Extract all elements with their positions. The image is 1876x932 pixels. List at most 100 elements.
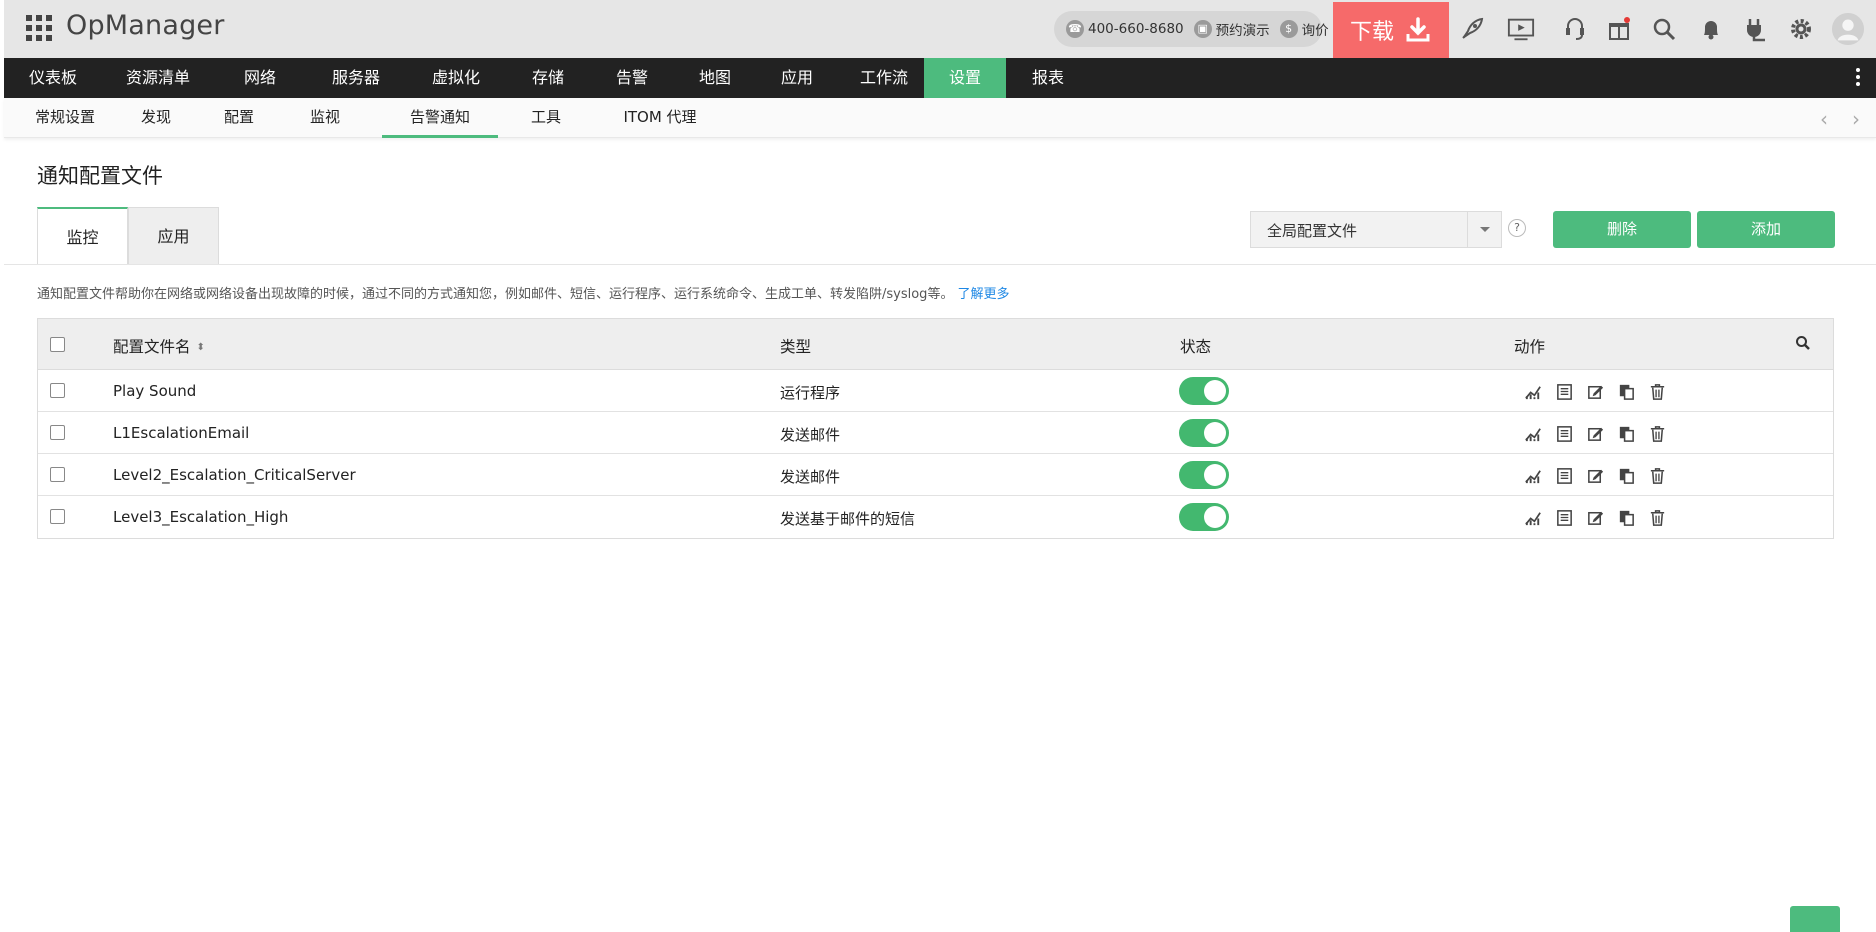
- select-all-checkbox[interactable]: [50, 337, 65, 352]
- edit-icon[interactable]: [1584, 422, 1606, 444]
- contact-bar: ☎ 400-660-8680 ▣ 预约演示 $ 询价: [1054, 11, 1329, 47]
- tab-monitoring[interactable]: 监控: [37, 207, 128, 265]
- toggle-knob: [1204, 506, 1226, 528]
- delete-icon[interactable]: [1646, 380, 1668, 402]
- nav-apps[interactable]: 应用: [756, 58, 838, 98]
- nav-reports[interactable]: 报表: [1006, 58, 1090, 98]
- profile-type: 发送邮件: [780, 468, 841, 486]
- report-chart-icon[interactable]: [1522, 506, 1544, 528]
- subnav-general-settings[interactable]: 常规设置: [14, 98, 116, 138]
- nav-inventory[interactable]: 资源清单: [102, 58, 214, 98]
- subnav-tools[interactable]: 工具: [504, 98, 588, 138]
- delete-icon[interactable]: [1646, 506, 1668, 528]
- app-grid-icon[interactable]: [26, 15, 54, 43]
- profile-type: 运行程序: [780, 384, 841, 402]
- row-checkbox[interactable]: [50, 509, 65, 524]
- status-toggle[interactable]: [1179, 503, 1229, 531]
- report-chart-icon[interactable]: [1522, 464, 1544, 486]
- row-checkbox[interactable]: [50, 467, 65, 482]
- profile-name[interactable]: L1EscalationEmail: [113, 424, 249, 442]
- profile-name[interactable]: Play Sound: [113, 382, 196, 400]
- gift-icon[interactable]: [1604, 14, 1634, 44]
- quote-link[interactable]: $ 询价: [1279, 19, 1329, 39]
- page-title: 通知配置文件: [37, 164, 163, 188]
- nav-settings[interactable]: 设置: [924, 58, 1006, 98]
- user-avatar-icon[interactable]: [1830, 11, 1866, 47]
- bell-icon[interactable]: [1696, 14, 1726, 44]
- app-logo[interactable]: OpManager: [66, 10, 225, 41]
- nav-alarms[interactable]: 告警: [590, 58, 674, 98]
- row-checkbox[interactable]: [50, 425, 65, 440]
- support-icon[interactable]: [1560, 14, 1590, 44]
- main-nav: 仪表板 资源清单 网络 服务器 虚拟化 存储 告警 地图 应用 工作流 设置 报…: [4, 58, 1876, 98]
- status-toggle[interactable]: [1179, 377, 1229, 405]
- help-icon[interactable]: ?: [1508, 219, 1526, 237]
- learn-more-link[interactable]: 了解更多: [957, 287, 1009, 302]
- rocket-icon[interactable]: [1457, 14, 1487, 44]
- details-icon[interactable]: [1553, 506, 1575, 528]
- delete-icon[interactable]: [1646, 464, 1668, 486]
- subnav-monitoring[interactable]: 监视: [282, 98, 368, 138]
- download-button[interactable]: 下载: [1333, 2, 1449, 58]
- table-row: L1EscalationEmail 发送邮件: [38, 412, 1833, 454]
- delete-icon[interactable]: [1646, 422, 1668, 444]
- row-actions: [1522, 506, 1668, 528]
- column-name-label: 配置文件名: [113, 338, 191, 356]
- search-icon[interactable]: [1649, 14, 1679, 44]
- subnav-itom-agent[interactable]: ITOM 代理: [600, 98, 720, 138]
- description-text: 通知配置文件帮助你在网络或网络设备出现故障的时候，通过不同的方式通知您，例如邮件…: [37, 287, 954, 302]
- table-search-icon[interactable]: [1795, 335, 1811, 351]
- tab-applications[interactable]: 应用: [128, 207, 219, 265]
- status-toggle[interactable]: [1179, 461, 1229, 489]
- gear-icon[interactable]: [1786, 14, 1816, 44]
- more-menu-icon[interactable]: [1854, 66, 1862, 90]
- plug-icon[interactable]: [1740, 14, 1770, 44]
- profile-filter-value: 全局配置文件: [1267, 222, 1358, 240]
- column-header-name[interactable]: 配置文件名 ⬍: [113, 335, 205, 357]
- details-icon[interactable]: [1553, 422, 1575, 444]
- copy-icon[interactable]: [1615, 380, 1637, 402]
- profile-type: 发送邮件: [780, 426, 841, 444]
- nav-network[interactable]: 网络: [214, 58, 306, 98]
- column-header-action: 动作: [1514, 338, 1546, 356]
- demo-label: 预约演示: [1215, 23, 1270, 39]
- column-header-type: 类型: [780, 338, 812, 356]
- scroll-left-icon[interactable]: ‹: [1820, 107, 1828, 131]
- copy-icon[interactable]: [1615, 464, 1637, 486]
- profile-filter-select[interactable]: 全局配置文件: [1250, 211, 1502, 248]
- details-icon[interactable]: [1553, 464, 1575, 486]
- row-checkbox[interactable]: [50, 383, 65, 398]
- phone-number: 400-660-8680: [1088, 21, 1184, 37]
- nav-virtualization[interactable]: 虚拟化: [406, 58, 506, 98]
- copy-icon[interactable]: [1615, 422, 1637, 444]
- scroll-right-icon[interactable]: ›: [1852, 107, 1860, 131]
- edit-icon[interactable]: [1584, 464, 1606, 486]
- nav-dashboard[interactable]: 仪表板: [4, 58, 102, 98]
- profile-name[interactable]: Level3_Escalation_High: [113, 508, 288, 526]
- report-chart-icon[interactable]: [1522, 422, 1544, 444]
- sub-nav: 常规设置 发现 配置 监视 告警通知 工具 ITOM 代理 ‹ ›: [4, 98, 1876, 138]
- subnav-notifications[interactable]: 告警通知: [382, 98, 498, 138]
- nav-workflow[interactable]: 工作流: [838, 58, 930, 98]
- presentation-icon[interactable]: [1504, 14, 1538, 44]
- row-actions: [1522, 380, 1668, 402]
- status-toggle[interactable]: [1179, 419, 1229, 447]
- nav-storage[interactable]: 存储: [506, 58, 590, 98]
- delete-button[interactable]: 删除: [1553, 211, 1691, 248]
- subnav-configuration[interactable]: 配置: [196, 98, 282, 138]
- chat-icon[interactable]: [1790, 906, 1840, 932]
- phone-link[interactable]: ☎ 400-660-8680: [1066, 20, 1184, 38]
- demo-link[interactable]: ▣ 预约演示: [1193, 19, 1270, 39]
- edit-icon[interactable]: [1584, 506, 1606, 528]
- phone-icon: ☎: [1066, 20, 1084, 38]
- profile-name[interactable]: Level2_Escalation_CriticalServer: [113, 466, 356, 484]
- details-icon[interactable]: [1553, 380, 1575, 402]
- copy-icon[interactable]: [1615, 506, 1637, 528]
- nav-maps[interactable]: 地图: [674, 58, 756, 98]
- edit-icon[interactable]: [1584, 380, 1606, 402]
- nav-servers[interactable]: 服务器: [306, 58, 406, 98]
- report-chart-icon[interactable]: [1522, 380, 1544, 402]
- subnav-discovery[interactable]: 发现: [116, 98, 196, 138]
- sort-icon[interactable]: ⬍: [197, 342, 205, 353]
- add-button[interactable]: 添加: [1697, 211, 1835, 248]
